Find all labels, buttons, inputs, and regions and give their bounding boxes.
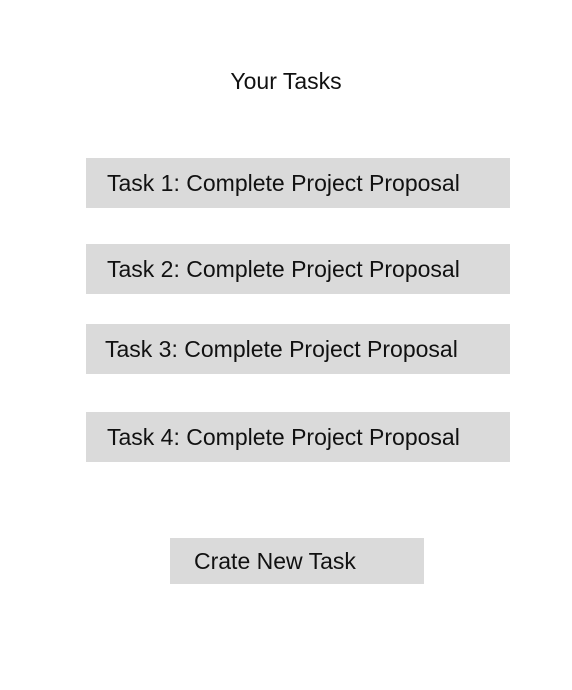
- task-item-1[interactable]: Task 1: Complete Project Proposal: [86, 158, 510, 208]
- task-item-4[interactable]: Task 4: Complete Project Proposal: [86, 412, 510, 462]
- task-item-3[interactable]: Task 3: Complete Project Proposal: [86, 324, 510, 374]
- create-new-task-button[interactable]: Crate New Task: [170, 538, 424, 584]
- task-item-label: Task 2: Complete Project Proposal: [107, 256, 460, 282]
- task-item-label: Task 3: Complete Project Proposal: [105, 336, 458, 362]
- task-item-label: Task 1: Complete Project Proposal: [107, 170, 460, 196]
- page-title: Your Tasks: [230, 68, 342, 94]
- task-item-2[interactable]: Task 2: Complete Project Proposal: [86, 244, 510, 294]
- task-item-label: Task 4: Complete Project Proposal: [107, 424, 460, 450]
